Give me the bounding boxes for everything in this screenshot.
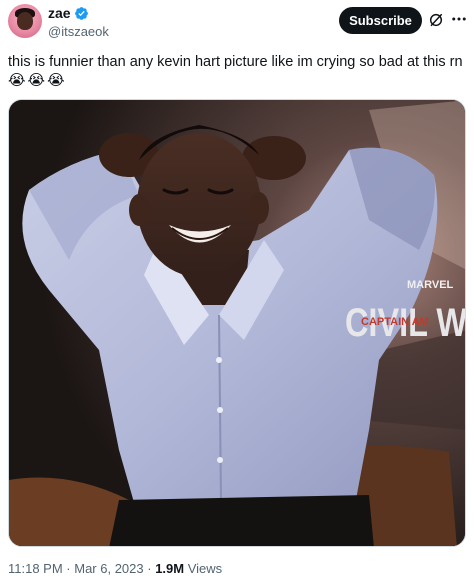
avatar[interactable] xyxy=(8,4,42,38)
display-name[interactable]: zae xyxy=(48,5,71,22)
loudly-crying-emoji: 😭 xyxy=(47,71,65,89)
views-count: 1.9M xyxy=(155,561,185,576)
more-options-icon[interactable] xyxy=(450,10,468,28)
tweet-date[interactable]: Mar 6, 2023 xyxy=(74,561,143,576)
loudly-crying-emoji: 😭 xyxy=(27,71,46,89)
name-row: zae xyxy=(48,5,109,22)
poster-subtitle: CAPTAIN AM xyxy=(361,316,429,328)
tweet-text: this is funnier than any kevin hart pict… xyxy=(8,54,463,70)
tweet-header: zae @itszaeok Subscribe xyxy=(0,0,474,44)
poster-brand: MARVEL xyxy=(407,279,454,291)
grok-icon[interactable] xyxy=(428,12,444,28)
tweet-meta: 11:18 PM · Mar 6, 2023 · 1.9M Views xyxy=(8,561,222,577)
meta-separator: · xyxy=(62,561,75,576)
tweet-media-image[interactable]: MARVEL CIVIL W CAPTAIN AM xyxy=(8,99,466,547)
subscribe-button[interactable]: Subscribe xyxy=(339,7,422,34)
emoji-row: 😭 😭 😭 xyxy=(8,72,65,88)
meta-separator-2: · xyxy=(143,561,156,576)
views-label: Views xyxy=(187,561,223,576)
verified-badge-icon xyxy=(74,7,88,20)
author-info: zae @itszaeok xyxy=(48,5,109,41)
author-handle[interactable]: @itszaeok xyxy=(48,23,109,41)
loudly-crying-emoji: 😭 xyxy=(8,71,26,89)
media-illustration: MARVEL CIVIL W CAPTAIN AM xyxy=(9,100,465,546)
avatar-face xyxy=(17,12,33,30)
tweet-time[interactable]: 11:18 PM xyxy=(8,561,63,576)
